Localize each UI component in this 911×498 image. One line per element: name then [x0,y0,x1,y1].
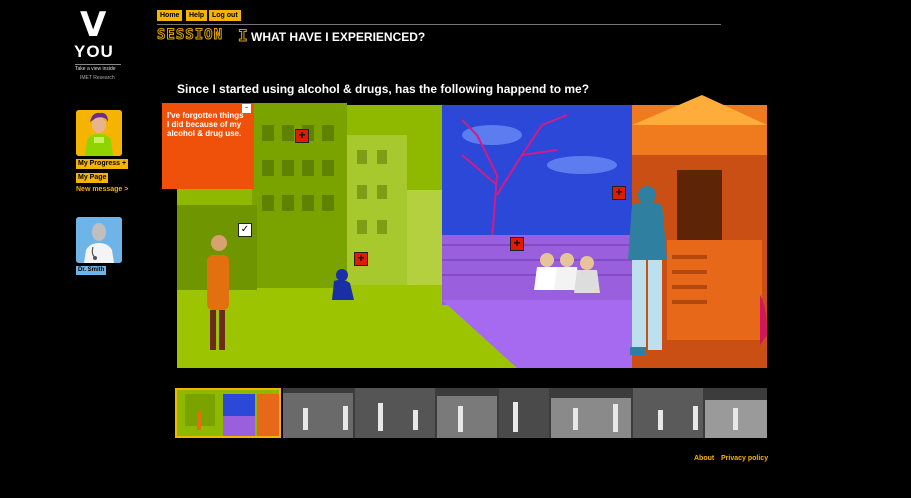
logo-mark: V [80,5,107,45]
hotspot-plus-4[interactable]: + [612,186,626,200]
about-link[interactable]: About [694,455,714,462]
user-avatar[interactable] [76,110,122,156]
popup-text: I've forgotten things I did because of m… [167,111,244,138]
app-logo[interactable]: V YOU Take a view inside IMET Research [70,8,125,83]
logout-button[interactable]: Log out [209,10,241,21]
hotspot-plus-2[interactable]: + [354,252,368,266]
logo-org: IMET Research [80,75,115,81]
privacy-link[interactable]: Privacy policy [721,455,768,462]
doctor-avatar[interactable] [76,217,122,263]
logo-tagline: Take a view inside [75,66,116,72]
hotspot-check-1[interactable]: ✓ [238,223,252,237]
logo-divider [75,64,121,65]
hotspot-plus-1[interactable]: + [295,129,309,143]
scene-thumbnail-active[interactable] [175,388,281,438]
hotspot-popup: - I've forgotten things I did because of… [162,103,254,189]
page-title: WHAT HAVE I EXPERIENCED? [251,30,426,44]
scene-thumbnail-strip [175,388,767,438]
new-message-link[interactable]: New message > [76,186,128,193]
header-divider [157,24,721,25]
scene-thumbnail-rest[interactable] [283,388,767,438]
session-label: SESSION [156,27,224,44]
help-button[interactable]: Help [186,10,208,21]
doctor-name-label[interactable]: Dr. Smith [76,266,107,275]
home-button[interactable]: Home [157,10,183,21]
hotspot-plus-3[interactable]: + [510,237,524,251]
logo-name: YOU [74,42,114,61]
scene-illustration: - I've forgotten things I did because of… [162,95,767,378]
my-progress-button[interactable]: My Progress + [76,159,129,169]
my-page-button[interactable]: My Page [76,173,109,183]
my-progress-label: My Progress [78,160,121,167]
question-text: Since I started using alcohol & drugs, h… [177,82,590,96]
session-number: I [238,26,249,46]
plus-icon: + [121,160,127,167]
